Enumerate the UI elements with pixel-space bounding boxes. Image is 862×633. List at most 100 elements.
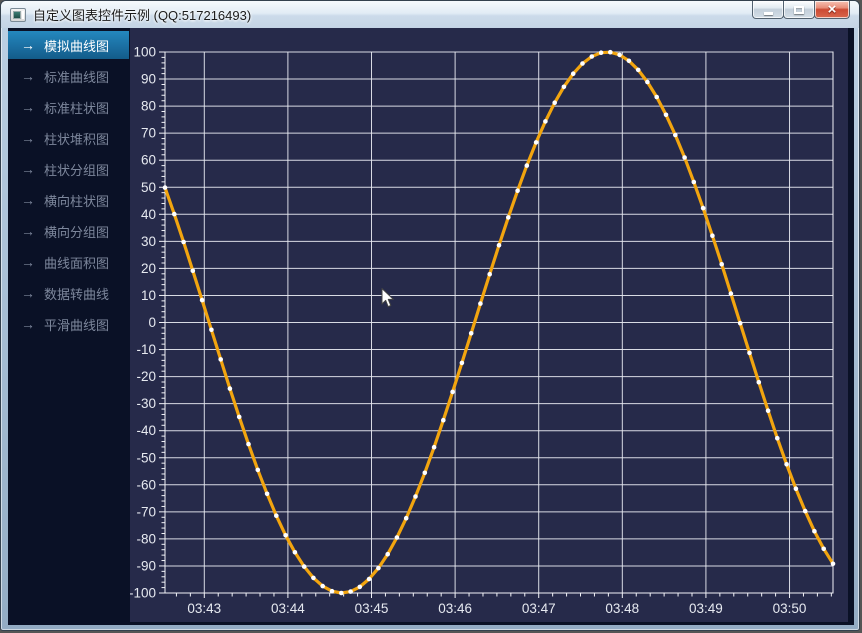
data-point [506,215,511,220]
data-point [209,327,214,333]
data-point [524,163,530,168]
x-tick-label: 03:47 [522,601,556,616]
data-point [830,561,836,566]
data-point [775,435,780,441]
minimize-button[interactable] [752,1,784,19]
arrow-icon: → [21,254,35,270]
x-tick-label: 03:49 [689,601,723,616]
y-tick-label: 20 [141,261,156,276]
sidebar-item-label: 柱状堆积图 [44,131,110,147]
data-point [617,52,622,58]
y-tick-label: 10 [141,288,156,303]
close-button[interactable]: × [814,1,850,19]
sidebar-item-6[interactable]: → 横向柱状图 [8,186,129,214]
arrow-icon: → [21,99,35,115]
x-tick-label: 03:45 [355,601,389,616]
data-point [403,515,409,521]
maximize-button[interactable] [783,1,815,19]
data-point [756,379,762,385]
data-point [246,441,251,447]
data-point [765,408,771,414]
data-point [635,67,641,73]
data-point [719,262,724,267]
data-point [626,58,632,64]
y-tick-label: 50 [141,180,156,195]
sidebar-item-1[interactable]: → 模拟曲线图 [8,31,129,59]
arrow-icon: → [21,223,35,239]
data-point [450,389,455,395]
data-point [459,360,465,366]
data-point [394,535,400,540]
y-tick-label: -50 [136,450,156,465]
data-point [162,185,168,190]
y-tick-label: 90 [141,72,156,87]
arrow-icon: → [21,285,35,301]
data-point [329,588,335,594]
data-point [552,100,557,105]
x-tick-label: 03:44 [271,601,305,616]
arrow-icon: → [21,161,35,177]
sidebar-item-9[interactable]: → 数据转曲线 [8,279,129,307]
chart-panel: -100 -90 -80 -70 -60 -50 -40 -30 -20 -10 0 10 20 30 40… [129,28,848,622]
sidebar-item-label: 模拟曲线图 [44,38,110,54]
y-tick-label: -20 [136,369,156,384]
sidebar-item-label: 数据转曲线 [44,286,110,302]
data-point [199,297,205,303]
y-tick-label: -90 [136,558,156,573]
x-tick-label: 03:46 [438,601,472,616]
sidebar-item-5[interactable]: → 柱状分组图 [8,155,129,183]
titlebar[interactable]: 自定义图表控件示例 (QQ:517216493) × [1,1,859,28]
sidebar-item-2[interactable]: → 标准曲线图 [8,62,129,90]
data-point [784,462,789,467]
x-tick-label: 03:50 [773,601,807,616]
data-point [645,79,650,85]
sidebar-item-10[interactable]: → 平滑曲线图 [8,310,129,338]
sidebar-item-8[interactable]: → 曲线面积图 [8,248,129,276]
data-point [274,513,279,518]
data-point [422,470,428,476]
data-point [793,486,799,492]
data-point [227,386,233,391]
arrow-icon: → [21,316,35,332]
app-window: 自定义图表控件示例 (QQ:517216493) × → 模拟曲线图 → 标准曲线图 →… [0,0,860,631]
data-point [598,50,604,55]
sidebar-item-label: 平滑曲线图 [44,317,110,333]
sidebar-item-label: 曲线面积图 [44,255,110,271]
sidebar-item-3[interactable]: → 标准柱状图 [8,93,129,121]
data-point [385,551,390,557]
app-icon [10,7,26,22]
data-point [654,94,659,100]
data-point [515,188,520,193]
y-tick-label: 60 [141,153,156,168]
y-tick-label: -10 [136,342,156,357]
data-point [431,444,437,450]
line-chart: -100-90-80-70-60-50-40-30-20-10010203040… [129,45,836,616]
sidebar-item-label: 标准曲线图 [44,69,110,85]
y-tick-label: -40 [136,423,156,438]
data-point [357,584,363,590]
y-tick-label: 0 [148,315,156,330]
close-icon: × [827,1,837,18]
arrow-icon: → [21,37,35,53]
data-point [570,71,576,76]
minimize-icon [763,11,773,15]
data-point [311,575,316,581]
y-tick-label: -80 [136,531,156,546]
app-icon-inner [13,10,21,19]
data-point [283,533,288,538]
window-title: 自定义图表控件示例 (QQ:517216493) [33,8,252,23]
arrow-icon: → [21,192,35,208]
data-point [728,291,734,296]
sidebar-item-4[interactable]: → 柱状堆积图 [8,124,129,152]
data-point [478,301,483,306]
data-point [663,112,669,118]
data-point [812,528,817,534]
sidebar-item-label: 横向分组图 [44,224,110,240]
sidebar-item-7[interactable]: → 横向分组图 [8,217,129,245]
data-point [737,320,743,326]
data-point [533,140,539,145]
data-point [691,179,697,185]
data-point [413,494,418,499]
y-tick-label: 70 [141,126,156,141]
y-tick-label: -60 [136,477,156,492]
